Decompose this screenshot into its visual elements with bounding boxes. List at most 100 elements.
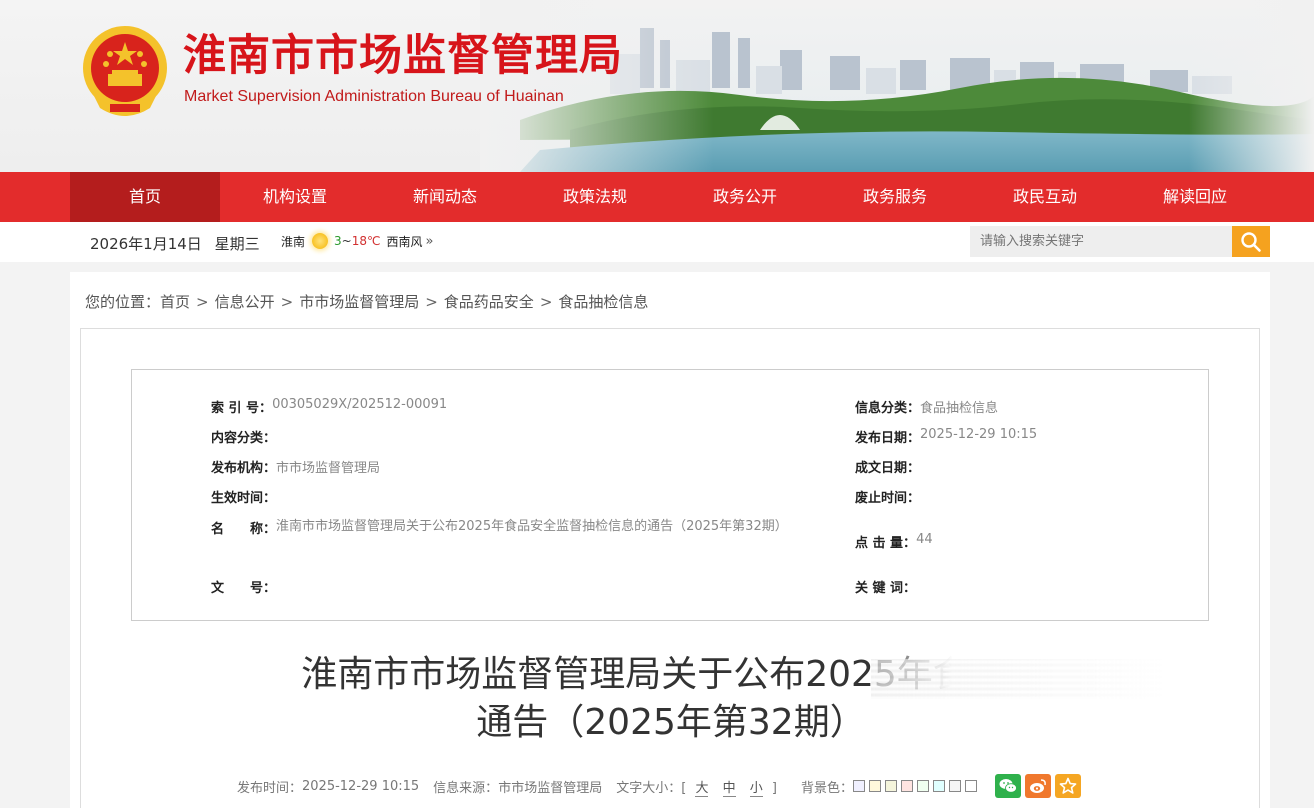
meta-label: 内容分类： [211, 431, 277, 446]
meta-label: 发布日期： [855, 431, 921, 446]
add-favorite-button[interactable] [1055, 774, 1081, 798]
title-blur-overlay [871, 647, 1241, 705]
search-input[interactable] [970, 226, 1232, 257]
content-area: 您的位置：首页 > 信息公开 > 市市场监督管理局 > 食品药品安全 > 食品抽检信息 索 引 … [70, 272, 1270, 808]
meta-value: 淮南市市场监督管理局关于公布2025年食品安全监督抽检信息的通告（2025年第3… [276, 519, 788, 534]
meta-publish-date: 发布日期： 2025-12-29 10:15 [855, 427, 1037, 446]
metadata-table: 索 引 号： 00305029X/202512-00091 信息分类： 食品抽检… [131, 369, 1209, 621]
star-icon [1059, 777, 1077, 794]
source-value: 市市场监督管理局 [498, 780, 603, 796]
font-size-options: [ 大 中 小 ] [681, 777, 777, 797]
breadcrumb-home[interactable]: 首页 [160, 293, 190, 311]
meta-label: 索 引 号： [211, 401, 273, 416]
bg-swatch[interactable] [933, 780, 945, 792]
nav-item-organization[interactable]: 机构设置 [220, 172, 370, 222]
breadcrumb-separator: > [539, 293, 553, 311]
breadcrumb-info-public[interactable]: 信息公开 [215, 293, 275, 311]
article-title-line-2: 通告（2025年第32期） [476, 702, 866, 743]
font-size-large[interactable]: 大 [695, 780, 709, 797]
bg-swatch[interactable] [917, 780, 929, 792]
nav-item-public-affairs[interactable]: 政务公开 [670, 172, 820, 222]
bracket-close: ] [771, 780, 777, 796]
meta-category: 信息分类： 食品抽检信息 [855, 397, 998, 416]
weather-city: 淮南 [281, 234, 306, 249]
bg-color-swatches [853, 780, 981, 792]
bg-swatch[interactable] [965, 780, 977, 792]
meta-label: 名 称： [211, 521, 277, 537]
meta-value: 食品抽检信息 [920, 401, 999, 416]
article-panel: 索 引 号： 00305029X/202512-00091 信息分类： 食品抽检… [80, 328, 1260, 808]
meta-value: 市市场监督管理局 [276, 461, 381, 476]
breadcrumb-separator: > [196, 293, 209, 311]
font-size-label: 文字大小： [616, 780, 682, 796]
meta-value: 00305029X/202512-00091 [272, 397, 448, 412]
search-button[interactable] [1232, 226, 1270, 257]
weather-tilde: ~ [341, 234, 352, 248]
site-title: 淮南市市场监督管理局 [183, 31, 623, 81]
nav-item-home[interactable]: 首页 [70, 172, 220, 222]
city-lake-banner [480, 0, 1314, 172]
meta-content-type: 内容分类： [211, 427, 276, 446]
font-size-medium[interactable]: 中 [722, 780, 736, 797]
weather-low: 3 [334, 234, 342, 248]
meta-name: 名 称： 淮南市市场监督管理局关于公布2025年食品安全监督抽检信息的通告（20… [211, 514, 788, 540]
bg-swatch[interactable] [949, 780, 961, 792]
pub-time-label: 发布时间： [237, 780, 303, 796]
meta-publisher: 发布机构： 市市场监督管理局 [211, 457, 380, 476]
nav-item-news[interactable]: 新闻动态 [370, 172, 520, 222]
search-box [970, 226, 1270, 257]
weather-wind: 西南风 [386, 234, 423, 249]
current-date: 2026年1月14日 星期三 [90, 233, 268, 254]
breadcrumb-separator: > [425, 293, 438, 311]
bracket-open: [ [681, 780, 687, 796]
date-text: 2026年1月14日 [90, 235, 202, 253]
meta-written-date: 成文日期： [855, 457, 920, 476]
nav-item-interaction[interactable]: 政民互动 [970, 172, 1120, 222]
meta-keywords: 关 键 词： [855, 577, 916, 596]
site-subtitle: Market Supervision Administration Bureau… [184, 88, 564, 105]
meta-label: 关 键 词： [855, 581, 917, 596]
info-bar: 2026年1月14日 星期三 淮南 3 ~ 18℃ 西南风 » [0, 222, 1314, 262]
sun-icon [308, 229, 332, 253]
meta-label: 成文日期： [855, 461, 921, 476]
meta-label: 生效时间： [211, 491, 277, 506]
bg-swatch[interactable] [885, 780, 897, 792]
breadcrumb-separator: > [280, 293, 294, 311]
meta-clicks: 点 击 量： 44 [855, 532, 933, 551]
breadcrumb-bureau[interactable]: 市市场监督管理局 [299, 293, 419, 311]
font-size-small[interactable]: 小 [749, 780, 763, 797]
main-nav: 首页 机构设置 新闻动态 政策法规 政务公开 政务服务 政民互动 解读回应 [0, 172, 1314, 222]
nav-item-interpretation[interactable]: 解读回应 [1120, 172, 1270, 222]
pub-time-value: 2025-12-29 10:15 [302, 778, 420, 794]
bg-color-label: 背景色： [800, 780, 853, 796]
bg-swatch[interactable] [901, 780, 913, 792]
breadcrumb-prefix: 您的位置： [85, 293, 161, 311]
national-emblem-icon [83, 26, 167, 116]
nav-item-services[interactable]: 政务服务 [820, 172, 970, 222]
bg-swatch[interactable] [869, 780, 881, 792]
weather-widget[interactable]: 淮南 3 ~ 18℃ 西南风 » [281, 229, 433, 253]
search-icon [1241, 231, 1261, 252]
share-weibo-button[interactable] [1025, 774, 1051, 798]
weekday-text: 星期三 [214, 235, 260, 253]
meta-label: 文 号： [211, 581, 277, 596]
breadcrumb: 您的位置：首页 > 信息公开 > 市市场监督管理局 > 食品药品安全 > 食品抽检信息 [85, 291, 648, 312]
meta-label: 点 击 量： [855, 536, 917, 551]
meta-value: 2025-12-29 10:15 [920, 427, 1038, 442]
source-label: 信息来源： [433, 780, 499, 796]
weather-high: 18℃ [351, 234, 381, 248]
breadcrumb-inspection[interactable]: 食品抽检信息 [558, 293, 648, 311]
nav-item-policies[interactable]: 政策法规 [520, 172, 670, 222]
article-info-bar: 发布时间： 2025-12-29 10:15 信息来源： 市市场监督管理局 文字… [237, 774, 1085, 798]
meta-label: 发布机构： [211, 461, 277, 476]
wechat-icon [999, 779, 1017, 793]
breadcrumb-food-drug[interactable]: 食品药品安全 [444, 293, 534, 311]
share-wechat-button[interactable] [995, 774, 1021, 798]
meta-index-no: 索 引 号： 00305029X/202512-00091 [211, 397, 447, 416]
weather-more-icon[interactable]: » [425, 234, 433, 249]
meta-value: 44 [916, 532, 933, 547]
meta-doc-no: 文 号： [211, 577, 276, 596]
meta-effective: 生效时间： [211, 487, 276, 506]
meta-label: 废止时间： [855, 491, 921, 506]
bg-swatch[interactable] [853, 780, 865, 792]
